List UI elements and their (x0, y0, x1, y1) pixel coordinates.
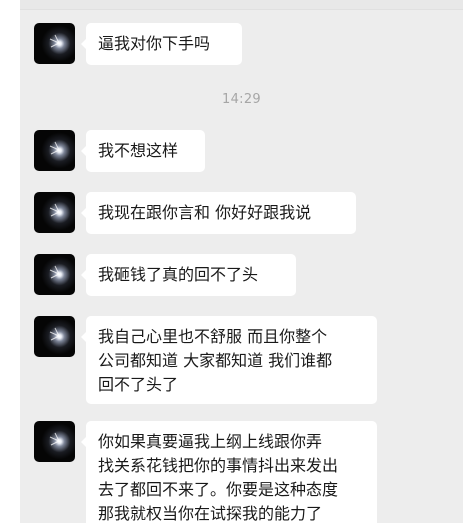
message-bubble[interactable]: 我砸钱了真的回不了头 (81, 254, 296, 296)
message-text: 我自己心里也不舒服 而且你整个 (98, 327, 328, 346)
message-text: 去了都回不来了。你要是这种态度 (98, 480, 339, 499)
avatar-glow-icon (49, 432, 60, 446)
message-text: 逼我对你下手吗 (98, 34, 211, 53)
message-bubble[interactable]: 我自己心里也不舒服 而且你整个 公司都知道 大家都知道 我们谁都 回不了头了 (81, 316, 377, 404)
avatar-glow-icon (49, 34, 60, 48)
message-text: 我现在跟你言和 你好好跟我说 (98, 203, 312, 222)
avatar[interactable] (34, 316, 75, 357)
message-text: 回不了头了 (98, 375, 179, 394)
avatar-glow-icon (49, 141, 60, 155)
chat-view[interactable]: 逼我对你下手吗 14:29 我不想这样 我现在跟你言和 你好好跟我说 我砸钱了真… (20, 0, 463, 523)
avatar[interactable] (34, 192, 75, 233)
message-bubble[interactable]: 我不想这样 (81, 130, 205, 172)
avatar[interactable] (34, 421, 75, 462)
message-text: 找关系花钱把你的事情抖出来发出 (98, 456, 339, 475)
message-bubble[interactable]: 你如果真要逼我上纲上线跟你弄 找关系花钱把你的事情抖出来发出 去了都回不来了。你… (81, 421, 377, 523)
message-text: 你如果真要逼我上纲上线跟你弄 (98, 432, 323, 451)
avatar[interactable] (34, 23, 75, 64)
message-bubble[interactable]: 我现在跟你言和 你好好跟我说 (81, 192, 356, 234)
avatar[interactable] (34, 130, 75, 171)
timestamp: 14:29 (222, 92, 261, 107)
avatar-glow-icon (49, 203, 60, 217)
message-bubble[interactable]: 逼我对你下手吗 (81, 23, 242, 65)
message-text: 那我就权当你在试探我的能力了 (98, 504, 323, 523)
message-text: 公司都知道 大家都知道 我们谁都 (98, 351, 333, 370)
avatar-glow-icon (49, 327, 60, 341)
message-text: 我不想这样 (98, 141, 179, 160)
message-text: 我砸钱了真的回不了头 (98, 265, 259, 284)
avatar-glow-icon (49, 265, 60, 279)
avatar[interactable] (34, 254, 75, 295)
